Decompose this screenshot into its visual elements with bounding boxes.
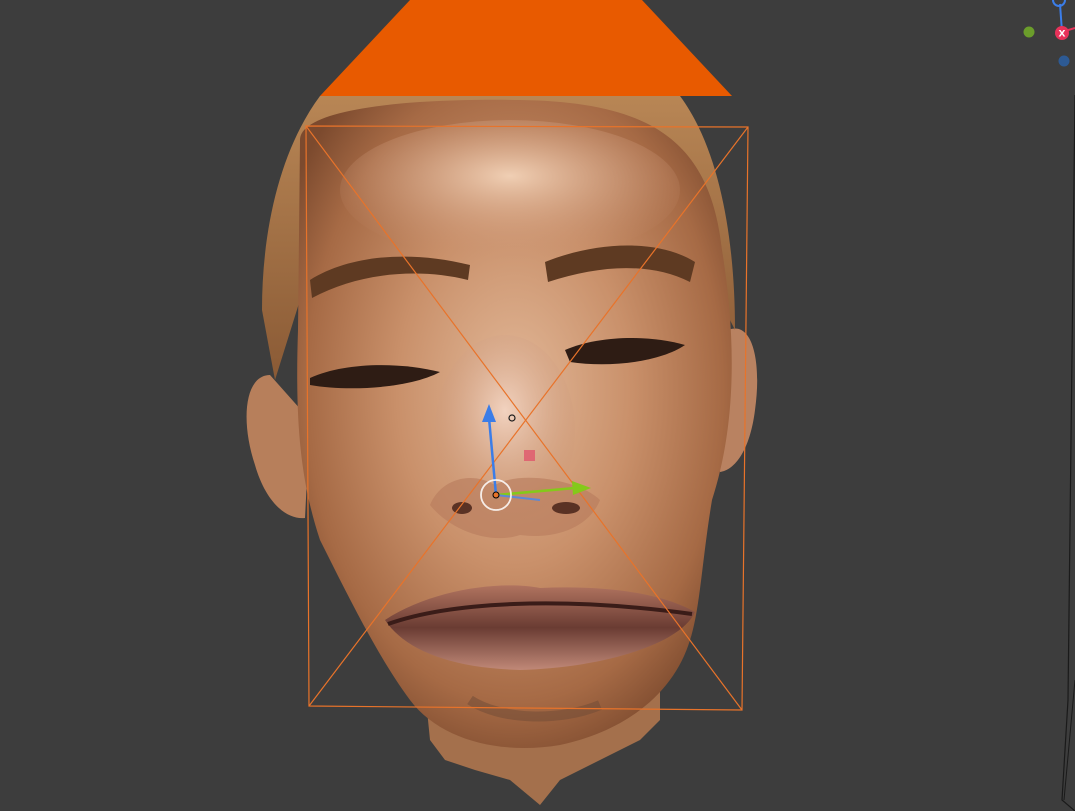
right-nostril: [552, 502, 580, 514]
nav-z-axis-icon[interactable]: [1052, 0, 1066, 7]
head-mesh[interactable]: [246, 96, 758, 805]
navigation-gizmo[interactable]: X: [1023, 0, 1075, 67]
nav-z-neg-axis-icon[interactable]: [1058, 55, 1070, 67]
camera-up-indicator: [320, 0, 732, 96]
viewport-canvas[interactable]: X: [0, 0, 1075, 811]
3d-viewport[interactable]: X: [0, 0, 1075, 811]
nav-x-axis-label: X: [1059, 30, 1066, 40]
nav-y-neg-axis-icon[interactable]: [1023, 26, 1035, 38]
gizmo-plane-handle[interactable]: [524, 450, 535, 461]
object-origin-dot: [492, 491, 500, 499]
